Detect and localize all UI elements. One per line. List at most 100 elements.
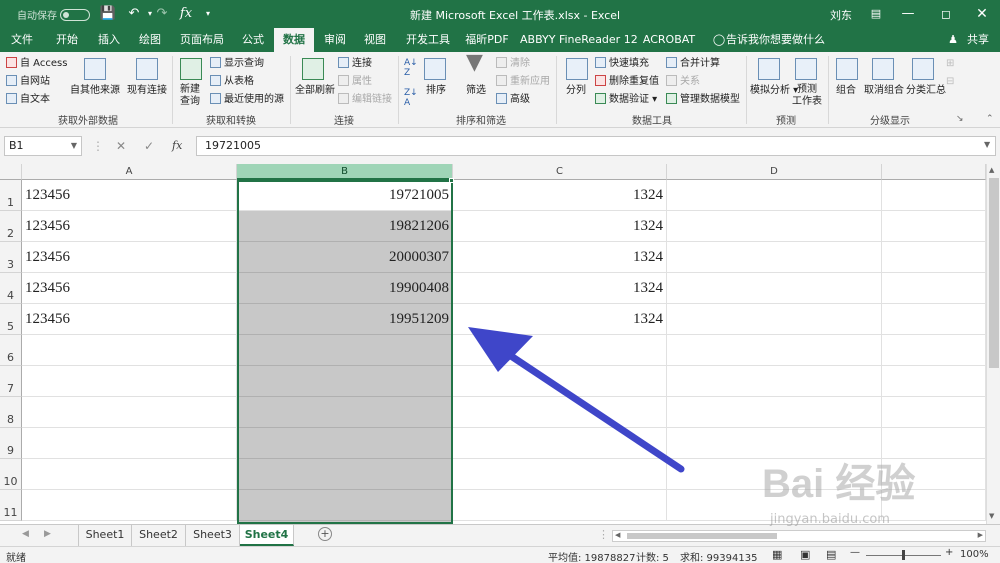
- sheet-tab-1[interactable]: Sheet1: [78, 525, 132, 546]
- vertical-scroll-thumb[interactable]: [989, 178, 999, 368]
- new-query-button[interactable]: 新建 查询: [180, 84, 200, 108]
- consolidate-button[interactable]: 合并计算: [666, 57, 720, 71]
- tab-insert[interactable]: 插入: [88, 28, 130, 52]
- tab-home[interactable]: 开始: [46, 28, 88, 52]
- insert-function-icon[interactable]: fx: [176, 4, 196, 24]
- cancel-icon[interactable]: ✕: [116, 136, 126, 156]
- scroll-down-icon[interactable]: ▼: [989, 512, 994, 520]
- tab-page-layout[interactable]: 页面布局: [172, 28, 232, 52]
- zoom-level[interactable]: 100%: [960, 549, 989, 560]
- dialog-launcher-icon[interactable]: ↘: [956, 112, 964, 126]
- zoom-slider-knob[interactable]: [902, 550, 905, 560]
- chevron-down-icon[interactable]: ▼: [71, 137, 77, 155]
- from-table-button[interactable]: 从表格: [210, 75, 254, 89]
- from-access-button[interactable]: 自 Access: [6, 57, 67, 71]
- tab-formulas[interactable]: 公式: [234, 28, 272, 52]
- name-box[interactable]: B1 ▼: [4, 136, 82, 156]
- recent-sources-label: 最近使用的源: [224, 94, 284, 105]
- tab-split-handle[interactable]: ⋮: [598, 528, 609, 541]
- text-to-columns-button[interactable]: 分列: [566, 84, 586, 98]
- show-detail-icon[interactable]: ⊞: [946, 57, 954, 71]
- prev-sheet-icon[interactable]: ◀: [22, 529, 29, 539]
- filter-button[interactable]: 筛选: [466, 84, 486, 98]
- normal-view-icon[interactable]: ▦: [772, 548, 782, 561]
- advanced-filter-button[interactable]: 高级: [496, 93, 530, 107]
- tell-me-search[interactable]: 告诉我你想要做什么: [726, 28, 825, 52]
- what-if-analysis-button[interactable]: 模拟分析 ▾: [750, 84, 798, 98]
- expand-formula-bar-icon[interactable]: ▼: [984, 140, 990, 149]
- tab-acrobat[interactable]: ACROBAT: [640, 28, 698, 52]
- share-icon[interactable]: ♟: [946, 28, 960, 52]
- clear-filter-button[interactable]: 清除: [496, 57, 530, 71]
- redo-icon[interactable]: ↷: [152, 4, 172, 24]
- vertical-scrollbar[interactable]: ▲ ▼: [986, 164, 1000, 524]
- tab-data[interactable]: 数据: [274, 28, 314, 52]
- subtotal-button[interactable]: 分类汇总: [906, 84, 946, 98]
- sheet-tab-2[interactable]: Sheet2: [132, 525, 186, 546]
- hide-detail-icon[interactable]: ⊟: [946, 75, 954, 89]
- from-text-button[interactable]: 自文本: [6, 93, 50, 107]
- sort-descending-icon[interactable]: Z↓ A: [404, 88, 418, 108]
- existing-connections-button[interactable]: 现有连接: [127, 84, 167, 98]
- sheet-tab-3[interactable]: Sheet3: [186, 525, 240, 546]
- sheet-tab-4[interactable]: Sheet4: [240, 525, 294, 546]
- forecast-sheet-button[interactable]: 预测 工作表: [792, 84, 822, 108]
- save-icon[interactable]: 💾: [98, 4, 118, 24]
- ungroup-button[interactable]: 取消组合: [864, 84, 904, 98]
- share-button[interactable]: 共享: [960, 28, 996, 52]
- tab-draw[interactable]: 绘图: [130, 28, 170, 52]
- manage-data-model-button[interactable]: 管理数据模型: [666, 93, 740, 107]
- tab-developer[interactable]: 开发工具: [398, 28, 458, 52]
- autosave-toggle[interactable]: [60, 9, 90, 21]
- user-name[interactable]: 刘东: [830, 7, 852, 23]
- scroll-right-icon[interactable]: ▶: [978, 531, 983, 539]
- zoom-in-icon[interactable]: +: [945, 547, 953, 558]
- status-average[interactable]: 平均值: 19878827: [548, 549, 635, 563]
- edit-links-button[interactable]: 编辑链接: [338, 93, 392, 107]
- collapse-ribbon-icon[interactable]: ⌃: [986, 112, 994, 126]
- clear-icon: [496, 57, 507, 68]
- flash-fill-button[interactable]: 快速填充: [595, 57, 649, 71]
- tab-file[interactable]: 文件: [0, 28, 44, 52]
- subtotal-icon: [912, 58, 934, 80]
- connections-button[interactable]: 连接: [338, 57, 372, 71]
- sort-button[interactable]: 排序: [426, 84, 446, 98]
- horizontal-scrollbar[interactable]: ◀ ▶: [612, 530, 986, 542]
- status-sum[interactable]: 求和: 99394135: [680, 549, 757, 563]
- horizontal-scroll-thumb[interactable]: [627, 533, 777, 539]
- scroll-up-icon[interactable]: ▲: [989, 166, 994, 174]
- show-queries-button[interactable]: 显示查询: [210, 57, 264, 71]
- minimize-icon[interactable]: —: [898, 4, 918, 24]
- remove-duplicates-button[interactable]: 删除重复值: [595, 75, 659, 89]
- group-outline: 分级显示: [870, 116, 910, 127]
- add-sheet-icon[interactable]: +: [318, 527, 332, 541]
- ribbon-display-icon[interactable]: ▤: [866, 4, 886, 24]
- data-validation-button[interactable]: 数据验证 ▾: [595, 93, 657, 107]
- refresh-all-button[interactable]: 全部刷新: [295, 84, 335, 98]
- page-layout-view-icon[interactable]: ▣: [800, 548, 810, 561]
- relationships-button[interactable]: 关系: [666, 75, 700, 89]
- other-sources-button[interactable]: 自其他来源: [70, 84, 120, 98]
- page-break-view-icon[interactable]: ▤: [826, 548, 836, 561]
- from-web-button[interactable]: 自网站: [6, 75, 50, 89]
- group-button[interactable]: 组合: [836, 84, 856, 98]
- reapply-button[interactable]: 重新应用: [496, 75, 550, 89]
- properties-button[interactable]: 属性: [338, 75, 372, 89]
- tab-view[interactable]: 视图: [356, 28, 394, 52]
- scroll-left-icon[interactable]: ◀: [615, 531, 620, 539]
- tab-abbyy[interactable]: ABBYY FineReader 12: [520, 28, 638, 52]
- recent-sources-button[interactable]: 最近使用的源: [210, 93, 284, 107]
- next-sheet-icon[interactable]: ▶: [44, 529, 51, 539]
- insert-function-button[interactable]: fx: [172, 136, 182, 156]
- formula-input[interactable]: 19721005: [196, 136, 996, 156]
- tab-review[interactable]: 审阅: [316, 28, 354, 52]
- customize-toolbar-icon[interactable]: ▾: [198, 4, 218, 24]
- zoom-out-icon[interactable]: —: [850, 547, 860, 558]
- tab-foxit-pdf[interactable]: 福昕PDF: [462, 28, 512, 52]
- relationships-icon: [666, 75, 677, 86]
- status-count[interactable]: 计数: 5: [636, 549, 669, 563]
- enter-icon[interactable]: ✓: [144, 136, 154, 156]
- close-icon[interactable]: ✕: [972, 4, 992, 24]
- sort-ascending-icon[interactable]: A↓ Z: [404, 58, 418, 78]
- maximize-icon[interactable]: ◻: [936, 4, 956, 24]
